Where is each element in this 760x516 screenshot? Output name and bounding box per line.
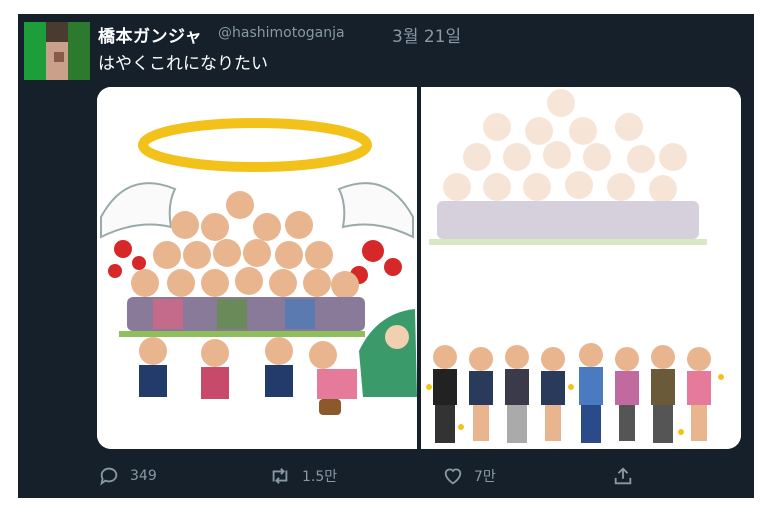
tweet-date[interactable]: 3월 21일 bbox=[392, 22, 461, 47]
reply-icon bbox=[100, 467, 118, 486]
heart-icon bbox=[444, 468, 462, 485]
like-count: 7만 bbox=[474, 469, 496, 485]
media-image-left[interactable] bbox=[97, 87, 417, 449]
user-handle[interactable]: @hashimotoganja bbox=[218, 25, 345, 41]
avatar[interactable] bbox=[24, 22, 90, 80]
retweet-button[interactable]: 1.5만 bbox=[268, 465, 337, 487]
media-image-right[interactable] bbox=[421, 87, 741, 449]
faded-crowd-illustration bbox=[426, 89, 724, 443]
elderly-crowd-illustration bbox=[100, 118, 417, 415]
share-icon bbox=[614, 467, 632, 485]
reply-button[interactable]: 349 bbox=[98, 465, 157, 487]
share-button[interactable] bbox=[612, 465, 644, 487]
retweet-count: 1.5만 bbox=[302, 469, 338, 485]
tweet-text: はやくこれになりたい bbox=[98, 54, 268, 74]
like-button[interactable]: 7만 bbox=[442, 465, 496, 487]
retweet-icon bbox=[272, 468, 288, 484]
reply-count: 349 bbox=[130, 468, 157, 484]
tweet-media[interactable] bbox=[97, 87, 741, 449]
display-name[interactable]: 橋本ガンジャ bbox=[98, 22, 202, 47]
